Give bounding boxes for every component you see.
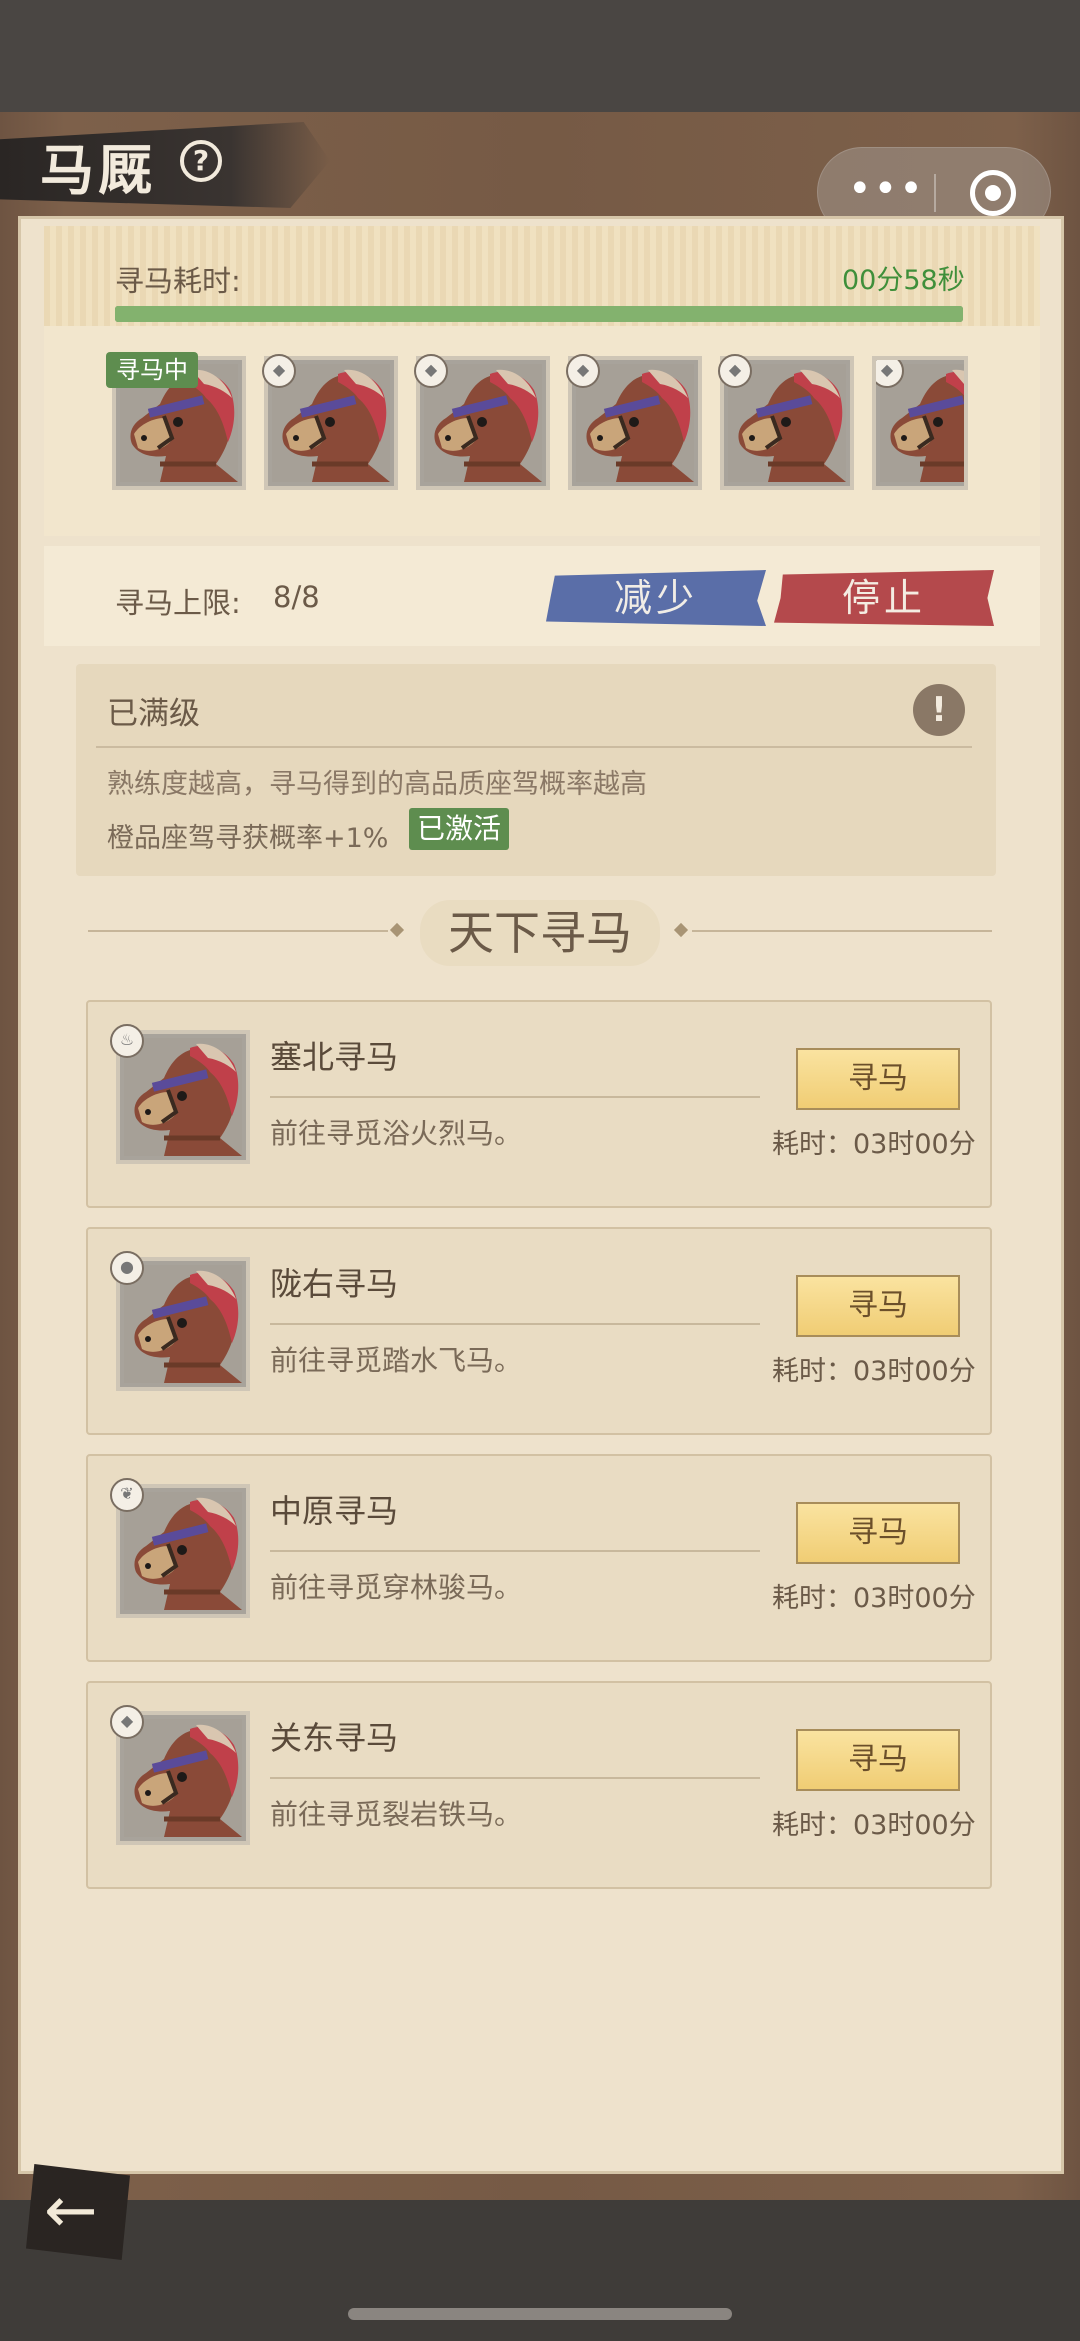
water-icon: ●	[110, 1251, 144, 1285]
section-divider-right	[692, 930, 992, 932]
route-card: ♨ 塞北寻马前往寻觅浴火烈马。 寻马耗时：03时00分	[86, 1000, 992, 1208]
route-title: 中原寻马	[270, 1492, 399, 1530]
search-horse-button[interactable]: 寻马	[796, 1729, 960, 1791]
route-card: ◆ 关东寻马前往寻觅裂岩铁马。 寻马耗时：03时00分	[86, 1681, 992, 1889]
route-description: 前往寻觅裂岩铁马。	[270, 1798, 523, 1831]
proficiency-bonus: 橙品座驾寻获概率+1%	[107, 823, 389, 854]
route-cost: 耗时：03时00分	[772, 1129, 976, 1160]
search-time-label: 寻马耗时:	[115, 264, 241, 298]
section-title: 天下寻马	[420, 900, 660, 966]
route-title: 陇右寻马	[270, 1265, 399, 1303]
searching-tag: 寻马中	[106, 352, 198, 388]
route-description: 前往寻觅浴火烈马。	[270, 1117, 523, 1150]
back-arrow-icon[interactable]: ←	[44, 2176, 98, 2246]
info-icon[interactable]: !	[913, 684, 965, 736]
route-cost: 耗时：03时00分	[772, 1356, 976, 1387]
proficiency-level: 已满级	[107, 696, 200, 732]
search-horse-button[interactable]: 寻马	[796, 1048, 960, 1110]
page-title: 马厩	[40, 138, 156, 202]
more-menu-icon[interactable]: •••	[848, 169, 925, 209]
leaf-icon: ❦	[110, 1478, 144, 1512]
horse-portrait	[124, 1265, 242, 1383]
route-title: 关东寻马	[270, 1719, 399, 1757]
section-divider-left	[88, 930, 388, 932]
rock-icon: ◆	[110, 1705, 144, 1739]
route-description: 前往寻觅穿林骏马。	[270, 1571, 523, 1604]
horse-portrait	[124, 1719, 242, 1837]
proficiency-divider	[96, 746, 972, 748]
search-progress-fill	[115, 306, 963, 322]
search-limit-value: 8/8	[273, 580, 320, 614]
horse-slot[interactable]: ◆	[718, 354, 854, 490]
search-limit-label: 寻马上限:	[115, 586, 241, 620]
stop-button[interactable]: 停止	[774, 570, 994, 626]
home-indicator[interactable]	[348, 2308, 732, 2320]
route-divider	[270, 1096, 760, 1098]
route-divider	[270, 1777, 760, 1779]
status-bar-area	[0, 0, 1080, 112]
activated-badge: 已激活	[409, 808, 510, 850]
rock-icon: ◆	[566, 354, 600, 388]
route-cost: 耗时：03时00分	[772, 1583, 976, 1614]
rock-icon: ◆	[718, 354, 752, 388]
rock-icon: ◆	[414, 354, 448, 388]
route-card: ● 陇右寻马前往寻觅踏水飞马。 寻马耗时：03时00分	[86, 1227, 992, 1435]
close-target-icon[interactable]	[970, 170, 1016, 216]
horse-portrait	[124, 1492, 242, 1610]
reduce-button[interactable]: 减少	[546, 570, 766, 626]
fire-icon: ♨	[110, 1024, 144, 1058]
horse-slot[interactable]: ◆	[262, 354, 398, 490]
route-title: 塞北寻马	[270, 1038, 399, 1076]
route-cost: 耗时：03时00分	[772, 1810, 976, 1841]
search-horse-button[interactable]: 寻马	[796, 1502, 960, 1564]
horse-slot[interactable]: ◆	[566, 354, 702, 490]
help-icon[interactable]: ?	[180, 140, 222, 182]
search-horse-button[interactable]: 寻马	[796, 1275, 960, 1337]
horse-portrait	[124, 1038, 242, 1156]
route-description: 前往寻觅踏水飞马。	[270, 1344, 523, 1377]
rock-icon: ◆	[262, 354, 296, 388]
route-divider	[270, 1323, 760, 1325]
search-time-remaining: 00分58秒	[842, 265, 965, 296]
horse-slot[interactable]: ◆	[414, 354, 550, 490]
capsule-divider	[934, 174, 936, 212]
proficiency-description: 熟练度越高，寻马得到的高品质座驾概率越高	[107, 769, 647, 800]
route-divider	[270, 1550, 760, 1552]
search-progress-bar	[115, 306, 963, 322]
horse-slot[interactable]: ◆	[872, 356, 968, 490]
route-card: ❦ 中原寻马前往寻觅穿林骏马。 寻马耗时：03时00分	[86, 1454, 992, 1662]
